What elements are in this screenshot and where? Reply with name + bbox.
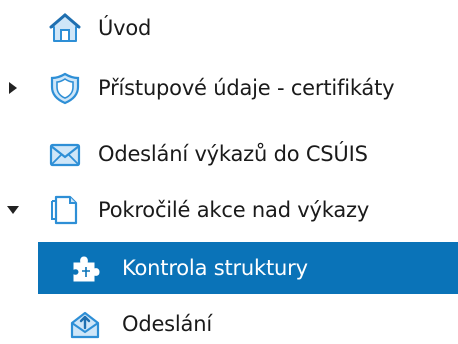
puzzle-icon [68,251,102,285]
shield-icon [48,71,82,105]
tree-item-odeslani[interactable]: Odeslání [0,300,458,344]
tree-item-label: Přístupové údaje - certifikáty [98,76,395,100]
tree-item-pokrocile-akce[interactable]: Pokročilé akce nad výkazy [0,186,458,234]
tree-item-kontrola-struktury[interactable]: Kontrola struktury [38,242,458,294]
send-icon [68,307,102,341]
tree-item-label: Úvod [98,16,152,40]
tree-item-uvod[interactable]: Úvod [0,4,458,52]
navigation-tree: Úvod Přístupové údaje - certifikáty Odes… [0,0,458,344]
tree-item-label: Odeslání [122,312,212,336]
tree-item-label: Pokročilé akce nad výkazy [98,198,370,222]
document-icon [48,193,82,227]
collapse-arrow-icon[interactable] [6,203,20,217]
envelope-icon [48,137,82,171]
home-icon [48,11,82,45]
tree-item-label: Odeslání výkazů do CSÚIS [98,142,368,166]
expand-arrow-icon[interactable] [6,81,20,95]
tree-item-label: Kontrola struktury [122,256,308,280]
tree-item-odeslani-vykazu[interactable]: Odeslání výkazů do CSÚIS [0,130,458,178]
tree-item-pristupove-udaje[interactable]: Přístupové údaje - certifikáty [0,64,458,112]
